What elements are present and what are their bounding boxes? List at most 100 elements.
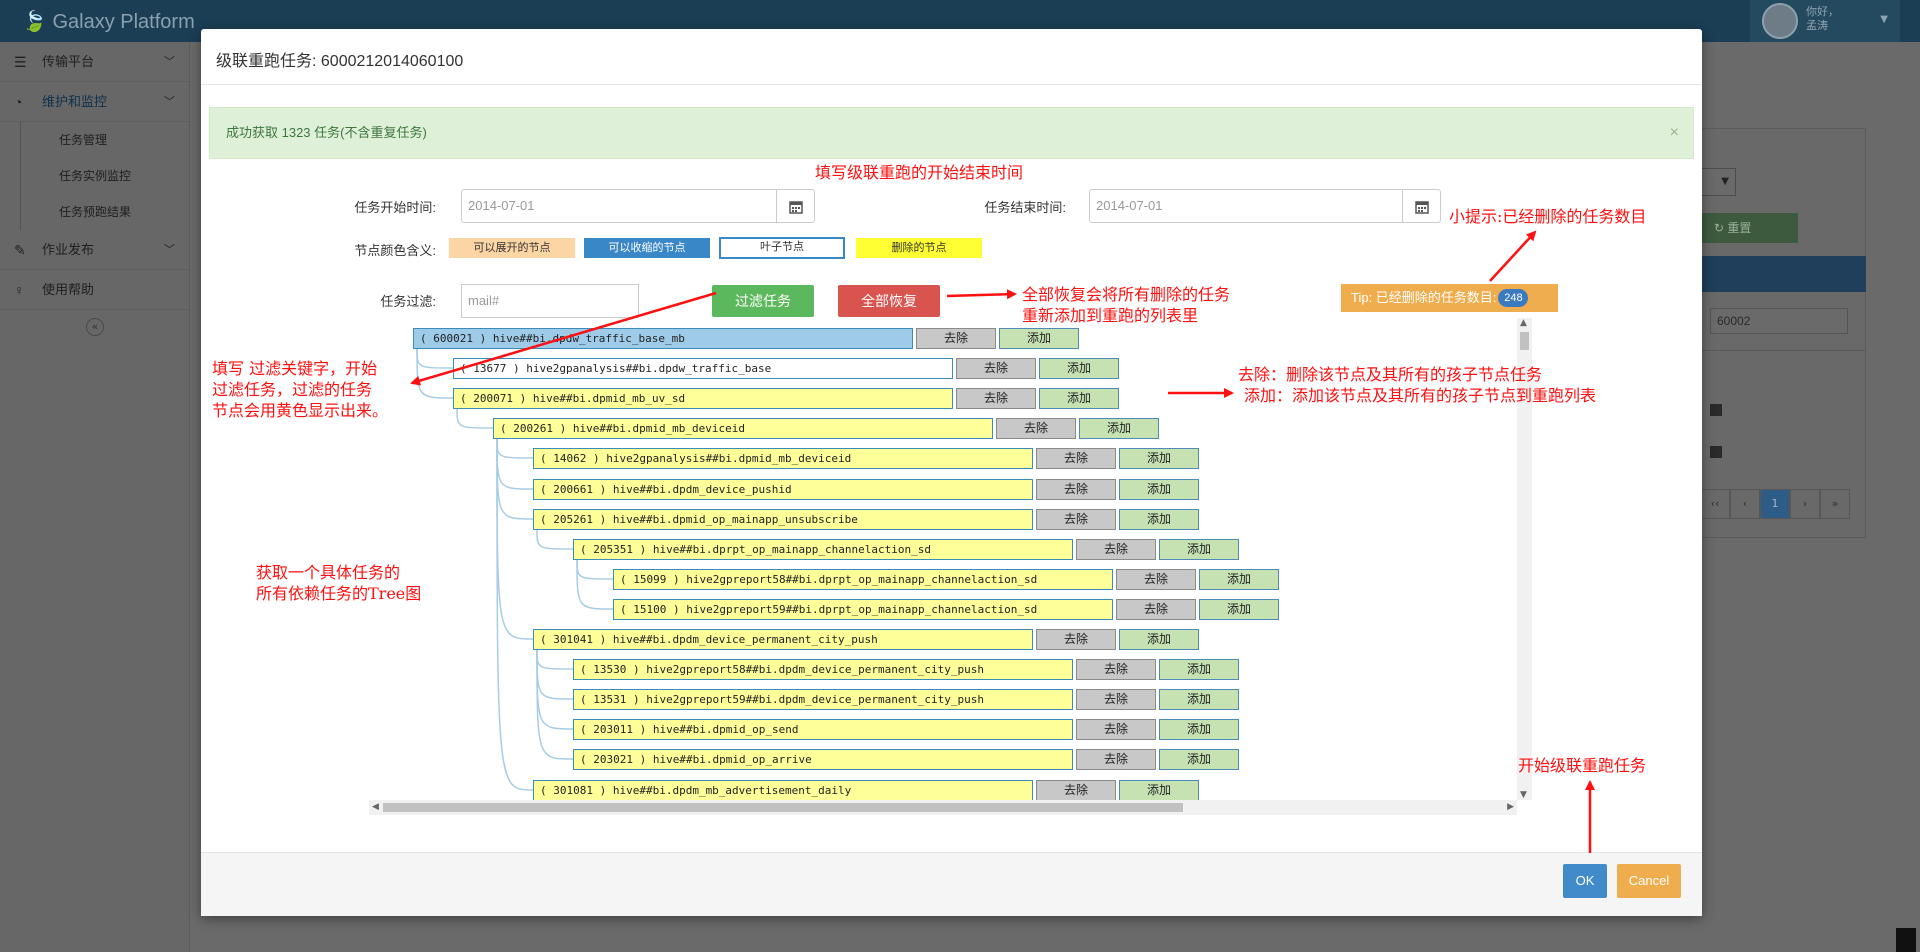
tree-link: [576, 558, 614, 610]
tree-add-button[interactable]: 添加: [1119, 509, 1199, 530]
tree-delete-button[interactable]: 去除: [1076, 689, 1156, 710]
tree-delete-button[interactable]: 去除: [1116, 599, 1196, 620]
tree-add-button[interactable]: 添加: [1159, 689, 1239, 710]
scroll-thumb[interactable]: [1520, 332, 1529, 350]
modal-footer: [201, 852, 1702, 916]
start-calendar-button[interactable]: [777, 189, 815, 223]
tree-node[interactable]: ( 301081 ) hive##bi.dpdm_mb_advertisemen…: [533, 780, 1033, 801]
legend-collapsible: 可以收缩的节点: [584, 238, 710, 258]
sidebar-item-help[interactable]: ♀ 使用帮助: [0, 270, 189, 310]
tree-node[interactable]: ( 14062 ) hive2gpanalysis##bi.dpmid_mb_d…: [533, 448, 1033, 469]
tree-node[interactable]: ( 205351 ) hive##bi.dprpt_op_mainapp_cha…: [573, 539, 1073, 560]
filter-input[interactable]: mail#: [461, 284, 639, 318]
sidebar-subitem-prerun-result[interactable]: 任务预跑结果: [20, 194, 189, 230]
annotation-filter: 填写 过滤关键字，开始 过滤任务，过滤的任务 节点会用黄色显示出来。: [212, 359, 389, 420]
tree-add-button[interactable]: 添加: [1119, 629, 1199, 650]
brand-name: Galaxy Platform: [52, 11, 195, 33]
tree-delete-button[interactable]: 去除: [956, 358, 1036, 379]
annotation-tip: 小提示:已经删除的任务数目: [1449, 207, 1647, 226]
sidebar-subitem-task-manage[interactable]: 任务管理: [20, 122, 189, 158]
tree-delete-button[interactable]: 去除: [1116, 569, 1196, 590]
end-calendar-button[interactable]: [1403, 189, 1441, 223]
tree-add-button[interactable]: 添加: [1159, 659, 1239, 680]
tree-delete-button[interactable]: 去除: [1036, 509, 1116, 530]
filter-button[interactable]: 过滤任务: [712, 285, 814, 317]
tree-add-button[interactable]: 添加: [1159, 539, 1239, 560]
tree-node[interactable]: ( 13530 ) hive2gpreport58##bi.dpdm_devic…: [573, 659, 1073, 680]
sidebar-item-publish[interactable]: ✎ 作业发布 ﹀: [0, 230, 189, 270]
cancel-button[interactable]: Cancel: [1617, 864, 1681, 898]
tree-node[interactable]: ( 600021 ) hive##bi.dpdw_traffic_base_mb: [413, 328, 913, 349]
start-time-input[interactable]: 2014-07-01: [461, 189, 777, 223]
tree-link: [536, 648, 574, 760]
ok-button[interactable]: OK: [1563, 864, 1607, 898]
row-checkbox[interactable]: [1710, 446, 1722, 458]
tree-horizontal-scrollbar[interactable]: ◀ ▶: [369, 800, 1517, 815]
scroll-up-icon[interactable]: ▲: [1520, 318, 1527, 328]
tree-add-button[interactable]: 添加: [1119, 448, 1199, 469]
tree-delete-button[interactable]: 去除: [1036, 479, 1116, 500]
tree-add-button[interactable]: 添加: [1119, 780, 1199, 801]
row-checkbox[interactable]: [1710, 404, 1722, 416]
tree-node[interactable]: ( 15099 ) hive2gpreport58##bi.dprpt_op_m…: [613, 569, 1113, 590]
brand-logo[interactable]: 🍃 Galaxy Platform: [22, 9, 195, 34]
tree-add-button[interactable]: 添加: [1119, 479, 1199, 500]
restore-all-button[interactable]: 全部恢复: [838, 285, 940, 317]
tree-add-button[interactable]: 添加: [1199, 599, 1279, 620]
sidebar-item-monitor[interactable]: ◔ 维护和监控 ﹀: [0, 82, 189, 122]
tree-delete-button[interactable]: 去除: [1076, 749, 1156, 770]
tip-text: Tip: 已经删除的任务数目:: [1351, 290, 1497, 305]
tree-node[interactable]: ( 301041 ) hive##bi.dpdm_device_permanen…: [533, 629, 1033, 650]
tree-node[interactable]: ( 200261 ) hive##bi.dpmid_mb_deviceid: [493, 418, 993, 439]
filter-label: 任务过滤:: [380, 294, 436, 309]
tree-add-button[interactable]: 添加: [1199, 569, 1279, 590]
pager-page-1[interactable]: 1: [1760, 489, 1790, 519]
collapse-icon[interactable]: «: [86, 318, 104, 336]
background-search-input[interactable]: 60002: [1710, 308, 1848, 334]
tree-delete-button[interactable]: 去除: [1076, 539, 1156, 560]
tree-link: [536, 648, 574, 670]
tree-node[interactable]: ( 13531 ) hive2gpreport59##bi.dpdm_devic…: [573, 689, 1073, 710]
tree-node[interactable]: ( 205261 ) hive##bi.dpmid_op_mainapp_uns…: [533, 509, 1033, 530]
background-reset-button[interactable]: ↻ 重置: [1700, 213, 1798, 243]
tree-delete-button[interactable]: 去除: [956, 388, 1036, 409]
scroll-down-icon[interactable]: ▼: [1520, 790, 1527, 800]
start-time-label: 任务开始时间:: [354, 200, 436, 215]
tree-node[interactable]: ( 200661 ) hive##bi.dpdm_device_pushid: [533, 479, 1033, 500]
tree-delete-button[interactable]: 去除: [1036, 629, 1116, 650]
tree-delete-button[interactable]: 去除: [1036, 448, 1116, 469]
tree-node[interactable]: ( 15100 ) hive2gpreport59##bi.dprpt_op_m…: [613, 599, 1113, 620]
tree-delete-button[interactable]: 去除: [996, 418, 1076, 439]
tree-node[interactable]: ( 203021 ) hive##bi.dpmid_op_arrive: [573, 749, 1073, 770]
pager-prev[interactable]: ‹: [1730, 489, 1760, 519]
scroll-thumb[interactable]: [383, 803, 1183, 812]
background-select[interactable]: ▼: [1700, 168, 1736, 196]
tree-add-button[interactable]: 添加: [1159, 749, 1239, 770]
tree-add-button[interactable]: 添加: [999, 328, 1079, 349]
tree-add-button[interactable]: 添加: [1039, 358, 1119, 379]
tree-delete-button[interactable]: 去除: [1036, 780, 1116, 801]
lightbulb-icon: ♀: [14, 282, 25, 298]
tree-add-button[interactable]: 添加: [1159, 719, 1239, 740]
alert-text: 成功获取 1323 任务(不含重复任务): [226, 125, 427, 140]
tree-node[interactable]: ( 200071 ) hive##bi.dpmid_mb_uv_sd: [453, 388, 953, 409]
end-time-input[interactable]: 2014-07-01: [1089, 189, 1403, 223]
tree-delete-button[interactable]: 去除: [916, 328, 996, 349]
sidebar-item-transfer[interactable]: ☰ 传输平台 ﹀: [0, 42, 189, 82]
tree-add-button[interactable]: 添加: [1039, 388, 1119, 409]
tree-delete-button[interactable]: 去除: [1076, 659, 1156, 680]
tree-node[interactable]: ( 203011 ) hive##bi.dpmid_op_send: [573, 719, 1073, 740]
close-icon[interactable]: ×: [1670, 108, 1679, 158]
scroll-left-icon[interactable]: ◀: [372, 800, 379, 815]
user-menu[interactable]: 你好， 孟涛 ▼: [1750, 0, 1900, 42]
tree-delete-button[interactable]: 去除: [1076, 719, 1156, 740]
tree-add-button[interactable]: 添加: [1079, 418, 1159, 439]
tree-link: [536, 648, 574, 700]
sidebar-subitem-instance-monitor[interactable]: 任务实例监控: [20, 158, 189, 194]
pager-last[interactable]: »: [1820, 489, 1850, 519]
pager-next[interactable]: ›: [1790, 489, 1820, 519]
tree-link: [496, 437, 534, 791]
pager-first[interactable]: ‹‹: [1700, 489, 1730, 519]
scroll-right-icon[interactable]: ▶: [1507, 800, 1514, 815]
tree-node[interactable]: ( 13677 ) hive2gpanalysis##bi.dpdw_traff…: [453, 358, 953, 379]
